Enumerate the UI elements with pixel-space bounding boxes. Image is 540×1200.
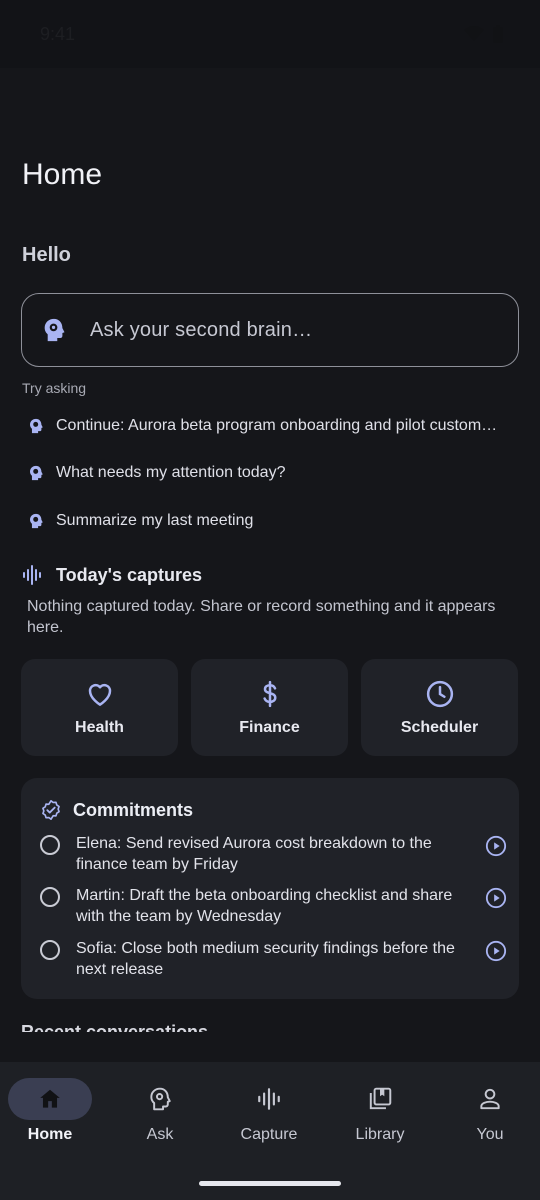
suggestion-item[interactable]: Summarize my last meeting	[27, 512, 517, 530]
tile-label: Finance	[239, 719, 300, 736]
ask-search-input[interactable]: Ask your second brain…	[21, 293, 519, 367]
battery-icon	[493, 25, 503, 43]
nav-label: Ask	[146, 1126, 174, 1143]
commitments-card: Commitments Elena: Send revised Aurora c…	[21, 778, 519, 999]
nav-item-you[interactable]: You	[436, 1078, 540, 1144]
commitment-checkbox[interactable]	[40, 940, 60, 960]
suggestion-text: Summarize my last meeting	[56, 512, 254, 529]
brain-icon	[30, 418, 43, 434]
heart-icon	[88, 683, 111, 706]
commitment-checkbox[interactable]	[40, 835, 60, 855]
commitments-header: Commitments	[40, 799, 193, 821]
commitment-text: Martin: Draft the beta onboarding checkl…	[76, 887, 453, 925]
nav-icon-holder	[448, 1078, 532, 1120]
nav-active-indicator	[8, 1078, 92, 1120]
suggestion-text: Continue: Aurora beta program onboarding…	[56, 417, 498, 434]
status-icons	[464, 25, 504, 43]
play-circle-icon[interactable]	[485, 835, 507, 857]
play-circle-icon[interactable]	[485, 887, 507, 909]
commitment-checkbox[interactable]	[40, 887, 60, 907]
bottom-nav: Home Ask Capture Library You	[0, 1062, 540, 1200]
brain-icon	[44, 318, 65, 342]
brain-icon	[30, 465, 43, 481]
page-title: Home	[22, 158, 103, 191]
captures-title: Today's captures	[56, 564, 202, 585]
status-time: 9:41	[40, 24, 76, 44]
captures-empty-text: Nothing captured today. Share or record …	[27, 598, 496, 636]
nav-icon-holder	[227, 1078, 311, 1120]
home-gesture-bar[interactable]	[199, 1181, 341, 1186]
nav-label: Library	[355, 1126, 405, 1143]
suggestion-item[interactable]: What needs my attention today?	[27, 464, 517, 482]
captures-header: Today's captures	[22, 564, 202, 586]
commitment-text: Elena: Send revised Aurora cost breakdow…	[76, 835, 432, 873]
nav-item-capture[interactable]: Capture	[215, 1078, 323, 1144]
commitment-text: Sofia: Close both medium security findin…	[76, 940, 455, 978]
dollar-icon	[262, 680, 277, 708]
library-icon	[369, 1087, 392, 1110]
waveform-icon	[23, 565, 41, 585]
tile-label: Health	[75, 719, 124, 736]
waveform-icon	[258, 1088, 280, 1110]
nav-item-ask[interactable]: Ask	[106, 1078, 214, 1144]
nav-label: You	[476, 1126, 504, 1143]
suggestion-text: What needs my attention today?	[56, 464, 286, 481]
try-asking-label: Try asking	[22, 380, 87, 396]
tile-label: Scheduler	[400, 719, 479, 736]
health-tile[interactable]: Health	[21, 659, 178, 756]
nav-label: Capture	[240, 1126, 298, 1143]
verified-badge-icon	[42, 800, 60, 820]
recent-conversations-title: Recent conversations	[21, 1022, 209, 1032]
scheduler-tile[interactable]: Scheduler	[361, 659, 518, 756]
status-bar: 9:41	[0, 0, 540, 68]
greeting: Hello	[22, 244, 71, 266]
suggestion-item[interactable]: Continue: Aurora beta program onboarding…	[27, 417, 517, 435]
nav-item-home[interactable]: Home	[0, 1078, 104, 1144]
nav-icon-holder	[338, 1078, 422, 1120]
brain-icon	[150, 1087, 171, 1111]
brain-icon	[30, 513, 43, 529]
wifi-icon	[464, 26, 484, 41]
nav-item-library[interactable]: Library	[326, 1078, 434, 1144]
search-placeholder: Ask your second brain…	[90, 318, 313, 341]
home-screen: 9:41 Home Hello Ask your second brain… T…	[0, 0, 540, 1200]
play-circle-icon[interactable]	[485, 940, 507, 962]
nav-label: Home	[27, 1126, 73, 1143]
person-icon	[480, 1088, 500, 1110]
clock-icon	[426, 680, 453, 708]
finance-tile[interactable]: Finance	[191, 659, 348, 756]
home-icon	[40, 1089, 60, 1108]
nav-icon-holder	[118, 1078, 202, 1120]
commitments-title: Commitments	[73, 799, 194, 820]
